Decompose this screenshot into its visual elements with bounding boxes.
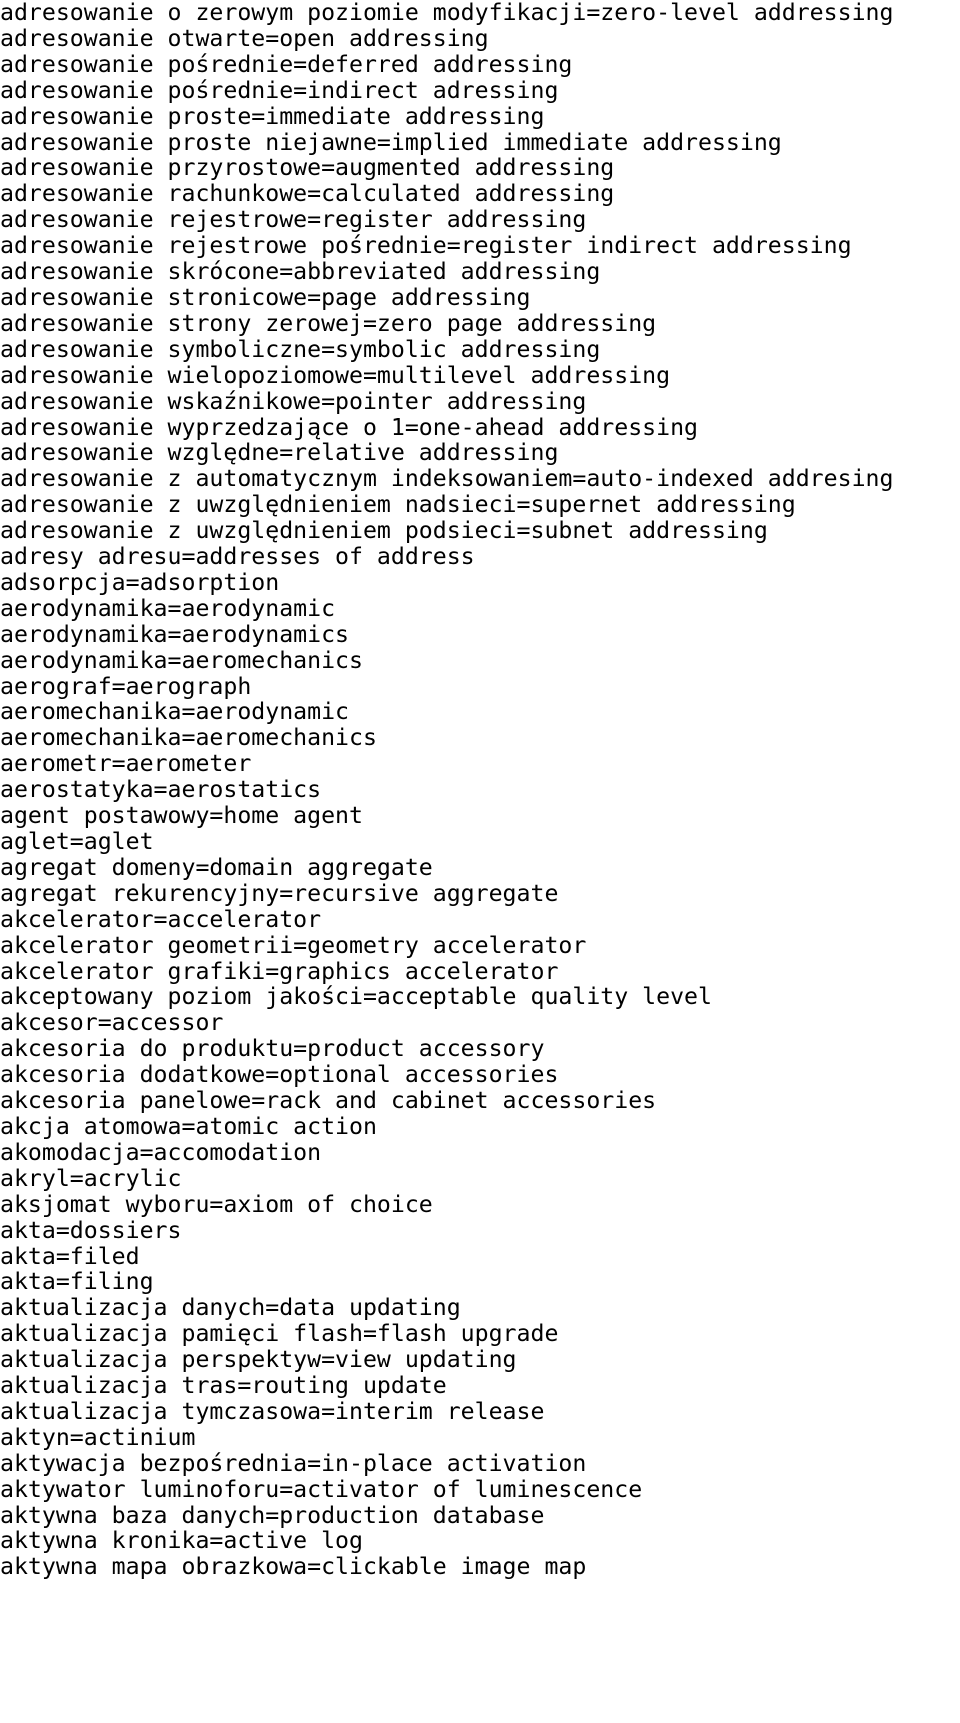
glossary-entry: akta=dossiers — [0, 1216, 182, 1244]
glossary-entry-list: adresowanie o zerowym poziomie modyfikac… — [0, 0, 960, 1580]
glossary-entry: akcelerator grafiki=graphics accelerator — [0, 957, 559, 985]
glossary-entry: adresy adresu=addresses of address — [0, 543, 475, 571]
glossary-entry: adresowanie skrócone=abbreviated address… — [0, 258, 601, 286]
glossary-entry: aktywator luminoforu=activator of lumine… — [0, 1475, 643, 1503]
glossary-entry: adresowanie z automatycznym indeksowanie… — [0, 465, 894, 493]
glossary-entry: agent postawowy=home agent — [0, 802, 363, 830]
glossary-entry: akcelerator=accelerator — [0, 905, 322, 933]
glossary-entry: adresowanie wyprzedzające o 1=one-ahead … — [0, 413, 699, 441]
glossary-entry: aktywna mapa obrazkowa=clickable image m… — [0, 1553, 587, 1581]
glossary-entry: aerostatyka=aerostatics — [0, 776, 322, 804]
glossary-entry: adresowanie o zerowym poziomie modyfikac… — [0, 0, 894, 26]
glossary-entry: aerodynamika=aerodynamics — [0, 620, 350, 648]
glossary-entry: agregat rekurencyjny=recursive aggregate — [0, 879, 559, 907]
glossary-entry: adresowanie przyrostowe=augmented addres… — [0, 154, 615, 182]
glossary-entry: aerometr=aerometer — [0, 750, 252, 778]
glossary-entry: agregat domeny=domain aggregate — [0, 853, 433, 881]
glossary-entry: adresowanie symboliczne=symbolic address… — [0, 335, 601, 363]
glossary-entry: adresowanie wielopoziomowe=multilevel ad… — [0, 361, 671, 389]
glossary-entry: akceptowany poziom jakości=acceptable qu… — [0, 983, 712, 1011]
glossary-entry: aktyn=actinium — [0, 1423, 196, 1451]
glossary-entry: aktywna baza danych=production database — [0, 1501, 545, 1529]
glossary-entry: akcelerator geometrii=geometry accelerat… — [0, 931, 587, 959]
glossary-entry: adresowanie z uwzględnieniem nadsieci=su… — [0, 491, 796, 519]
glossary-entry: adresowanie pośrednie=indirect adressing — [0, 76, 559, 104]
glossary-entry: akcja atomowa=atomic action — [0, 1112, 377, 1140]
glossary-entry: akryl=acrylic — [0, 1164, 182, 1192]
glossary-entry: akcesoria panelowe=rack and cabinet acce… — [0, 1087, 657, 1115]
glossary-entry: aerodynamika=aerodynamic — [0, 594, 336, 622]
glossary-entry: aerodynamika=aeromechanics — [0, 646, 363, 674]
glossary-entry: adresowanie wskaźnikowe=pointer addressi… — [0, 387, 587, 415]
glossary-entry: adresowanie rachunkowe=calculated addres… — [0, 180, 615, 208]
glossary-entry: akcesoria do produktu=product accessory — [0, 1035, 545, 1063]
glossary-entry: aktualizacja perspektyw=view updating — [0, 1346, 517, 1374]
glossary-entry: akomodacja=accomodation — [0, 1138, 322, 1166]
glossary-entry: aktualizacja tymczasowa=interim release — [0, 1397, 545, 1425]
glossary-entry: aktualizacja tras=routing update — [0, 1372, 447, 1400]
glossary-entry: aktualizacja pamięci flash=flash upgrade — [0, 1320, 559, 1348]
glossary-entry: akta=filed — [0, 1242, 140, 1270]
glossary-entry: aktualizacja danych=data updating — [0, 1294, 461, 1322]
glossary-entry: adresowanie proste niejawne=implied imme… — [0, 128, 782, 156]
glossary-entry: adsorpcja=adsorption — [0, 568, 280, 596]
glossary-entry: adresowanie rejestrowe=register addressi… — [0, 206, 587, 234]
glossary-entry: aeromechanika=aeromechanics — [0, 724, 377, 752]
glossary-entry: akcesoria dodatkowe=optional accessories — [0, 1061, 559, 1089]
glossary-entry: aksjomat wyboru=axiom of choice — [0, 1190, 433, 1218]
glossary-entry: akcesor=accessor — [0, 1009, 224, 1037]
glossary-entry: aeromechanika=aerodynamic — [0, 698, 350, 726]
glossary-entry: adresowanie względne=relative addressing — [0, 439, 559, 467]
glossary-entry: adresowanie proste=immediate addressing — [0, 102, 545, 130]
glossary-entry: akta=filing — [0, 1268, 154, 1296]
glossary-entry: adresowanie pośrednie=deferred addressin… — [0, 50, 573, 78]
glossary-entry: adresowanie otwarte=open addressing — [0, 24, 489, 52]
glossary-entry: aglet=aglet — [0, 828, 154, 855]
glossary-entry: aktywna kronika=active log — [0, 1527, 363, 1555]
glossary-entry: adresowanie strony zerowej=zero page add… — [0, 309, 657, 337]
glossary-entry: adresowanie stronicowe=page addressing — [0, 283, 531, 311]
glossary-entry: aktywacja bezpośrednia=in-place activati… — [0, 1449, 587, 1477]
glossary-entry: aerograf=aerograph — [0, 672, 252, 700]
glossary-entry: adresowanie z uwzględnieniem podsieci=su… — [0, 517, 768, 545]
glossary-entry: adresowanie rejestrowe pośrednie=registe… — [0, 232, 852, 260]
